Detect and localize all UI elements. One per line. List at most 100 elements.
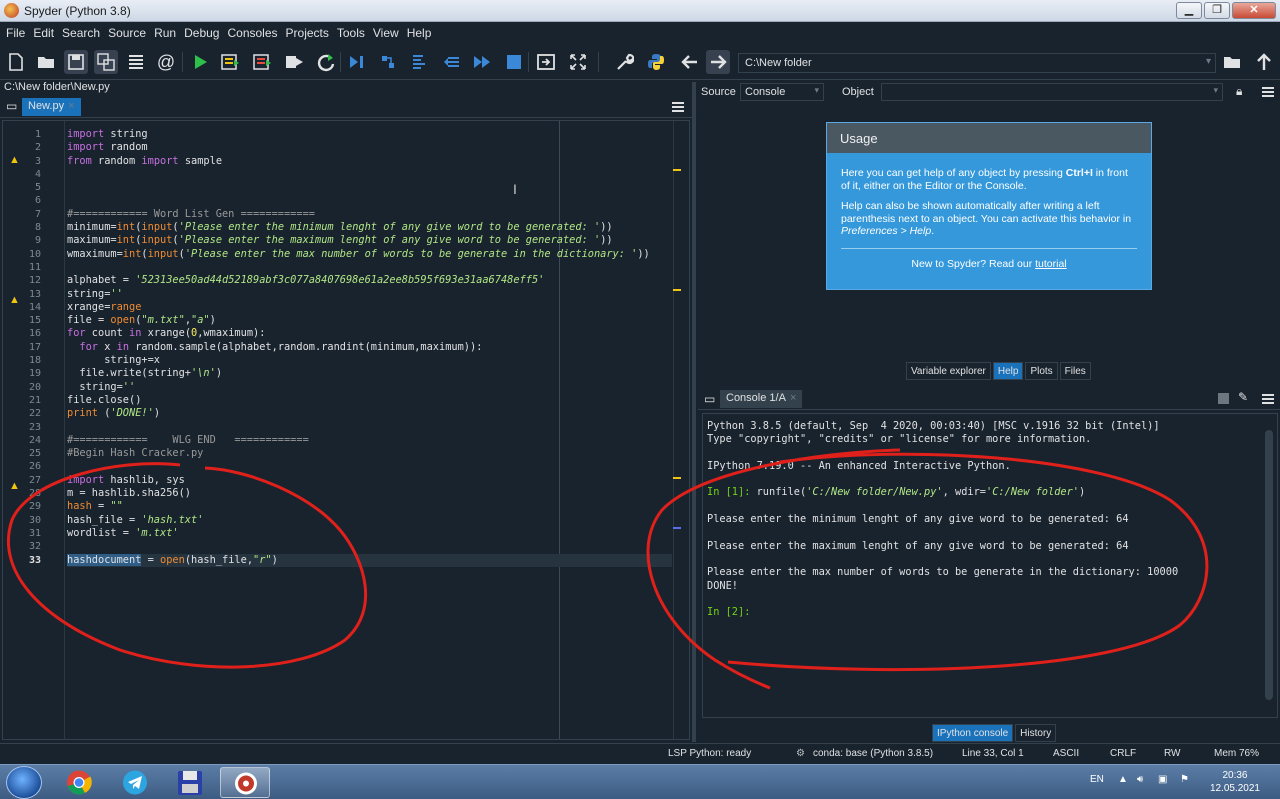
clock-time: 20:36 [1222, 770, 1248, 781]
menu-debug[interactable]: Debug [180, 22, 223, 44]
action-center-flag-icon[interactable]: ⚑ [1180, 774, 1189, 785]
menu-source[interactable]: Source [104, 22, 150, 44]
show-hidden-icons-icon[interactable]: ▲ [1118, 774, 1128, 785]
warning-icon[interactable]: ▲ [9, 154, 21, 166]
warning-icon[interactable]: ▲ [9, 480, 21, 492]
chrome-taskbar-icon[interactable] [54, 767, 104, 798]
maximize-pane-icon[interactable] [534, 50, 558, 74]
interrupt-kernel-icon[interactable] [1218, 393, 1229, 404]
source-label: Source [701, 86, 736, 98]
browse-tabs-icon[interactable]: ▭ [704, 392, 715, 406]
close-tab-icon[interactable]: × [68, 100, 74, 112]
volume-icon[interactable]: 🔊︎ [1137, 774, 1143, 785]
tab-history[interactable]: History [1015, 724, 1057, 742]
tab-new-py[interactable]: New.py × [22, 98, 81, 116]
system-clock[interactable]: 20:36 12.05.2021 [1210, 769, 1260, 795]
menu-tools[interactable]: Tools [333, 22, 369, 44]
parent-directory-icon[interactable] [1252, 50, 1276, 74]
line-number: 15 [28, 315, 41, 327]
working-directory-combo[interactable]: C:\New folder ▾ [738, 53, 1216, 73]
help-toolbar: Source Console ▾ Object ▾ 🔒︎ [698, 82, 1280, 102]
browse-folder-icon[interactable] [1220, 50, 1244, 74]
spyder-taskbar-icon[interactable] [220, 767, 270, 798]
line-number: 25 [28, 448, 41, 460]
cursor-position: Line 33, Col 1 [962, 748, 1024, 759]
telegram-taskbar-icon[interactable] [110, 767, 160, 798]
source-select[interactable]: Console ▾ [740, 83, 824, 101]
rerun-icon[interactable] [314, 50, 338, 74]
debug-continue-icon[interactable] [470, 50, 494, 74]
menu-search[interactable]: Search [58, 22, 104, 44]
open-file-icon[interactable] [34, 50, 58, 74]
network-icon[interactable]: ▣ [1158, 774, 1167, 785]
windows-taskbar: EN ▲ 🔊︎ ▣ ⚑ 20:36 12.05.2021 [0, 764, 1280, 799]
line-number: 10 [28, 248, 41, 260]
run-icon[interactable] [188, 50, 212, 74]
menu-help[interactable]: Help [403, 22, 436, 44]
debug-step-icon[interactable] [376, 50, 400, 74]
run-cell-advance-icon[interactable] [250, 50, 274, 74]
tab-plots[interactable]: Plots [1025, 362, 1058, 380]
usage-panel: Usage Here you can get help of any objec… [826, 122, 1152, 290]
editor-options-menu-icon[interactable] [672, 102, 684, 112]
new-file-icon[interactable] [4, 50, 28, 74]
eraser-icon[interactable]: ✎ [1238, 390, 1248, 404]
warning-icon[interactable]: ▲ [9, 294, 21, 306]
browse-tabs-icon[interactable]: ▭ [6, 99, 17, 113]
conda-icon: ⚙ [796, 748, 805, 759]
line-number: 23 [28, 421, 41, 433]
debug-icon[interactable] [344, 50, 368, 74]
run-selection-icon[interactable] [282, 50, 306, 74]
tab-label: New.py [28, 100, 65, 112]
run-cell-icon[interactable] [218, 50, 242, 74]
pane-splitter[interactable] [692, 82, 696, 742]
close-button[interactable]: ✕ [1232, 2, 1276, 19]
menu-run[interactable]: Run [150, 22, 180, 44]
file-list-icon[interactable] [124, 50, 148, 74]
menu-file[interactable]: File [2, 22, 29, 44]
code-editor[interactable]: 1 2 3 4 5 6 7 8 9 10 11 12 13 14 15 16 17 18 19 20 21 22 23 24 2… [2, 120, 690, 740]
console-output[interactable]: Python 3.8.5 (default, Sep 4 2020, 00:03… [707, 420, 1255, 619]
floppy-app-taskbar-icon[interactable] [165, 767, 215, 798]
tab-variable-explorer[interactable]: Variable explorer [906, 362, 991, 380]
language-indicator[interactable]: EN [1090, 774, 1104, 785]
object-input[interactable]: ▾ [881, 83, 1223, 101]
line-number: 9 [34, 235, 41, 247]
maximize-button[interactable]: ❐ [1204, 2, 1230, 19]
tab-console-1a[interactable]: Console 1/A × [720, 390, 803, 408]
tutorial-link[interactable]: tutorial [1035, 258, 1067, 270]
menu-edit[interactable]: Edit [29, 22, 58, 44]
help-options-menu-icon[interactable] [1262, 87, 1274, 97]
debug-step-into-icon[interactable] [408, 50, 432, 74]
save-file-icon[interactable] [64, 50, 88, 74]
tab-help[interactable]: Help [992, 362, 1024, 380]
debug-step-return-icon[interactable] [440, 50, 464, 74]
tab-files[interactable]: Files [1059, 362, 1091, 380]
forward-arrow-icon[interactable] [706, 50, 730, 74]
line-number: 17 [28, 341, 41, 353]
lock-icon[interactable]: 🔒︎ [1236, 84, 1242, 99]
debug-stop-icon[interactable] [502, 50, 526, 74]
at-symbol-icon[interactable]: @ [154, 50, 178, 74]
source-code[interactable]: import string import random from random im… [67, 128, 672, 567]
back-arrow-icon[interactable] [678, 50, 702, 74]
console-options-menu-icon[interactable] [1262, 394, 1274, 404]
python-path-icon[interactable] [644, 50, 668, 74]
close-tab-icon[interactable]: × [790, 392, 796, 404]
start-button[interactable] [6, 766, 42, 799]
source-value: Console [745, 86, 786, 98]
line-number: 24 [28, 434, 41, 446]
usage-paragraph-2: Help can also be shown automatically aft… [841, 200, 1132, 237]
editor-scrollbar[interactable] [673, 121, 689, 739]
tab-ipython-console[interactable]: IPython console [932, 724, 1014, 742]
preferences-wrench-icon[interactable] [612, 50, 636, 74]
menu-projects[interactable]: Projects [282, 22, 333, 44]
fullscreen-icon[interactable] [566, 50, 590, 74]
save-all-icon[interactable] [94, 50, 118, 74]
menu-consoles[interactable]: Consoles [223, 22, 281, 44]
console-scrollbar[interactable] [1265, 430, 1273, 700]
minimize-button[interactable]: ▁ [1176, 2, 1202, 19]
ipython-console[interactable]: Python 3.8.5 (default, Sep 4 2020, 00:03… [702, 413, 1278, 718]
help-pane-tabs: Variable explorer Help Plots Files [906, 362, 1093, 380]
menu-view[interactable]: View [369, 22, 403, 44]
